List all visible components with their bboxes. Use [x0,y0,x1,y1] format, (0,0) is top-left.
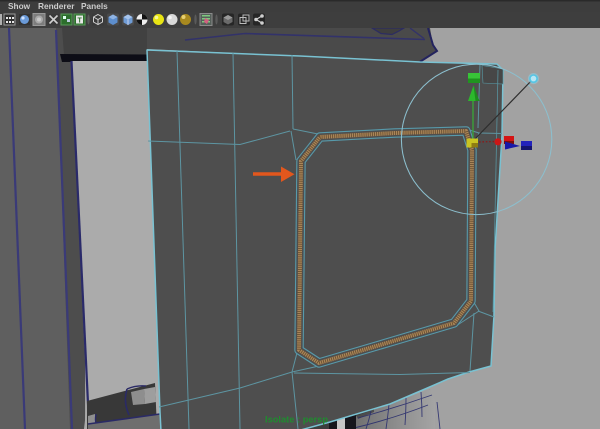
svg-text:Show: Show [8,1,31,11]
svg-text:Renderer: Renderer [38,1,75,11]
svg-text:Panels: Panels [81,1,108,11]
svg-text:T: T [78,18,83,25]
svg-text:Isolate : persp: Isolate : persp [265,415,328,425]
